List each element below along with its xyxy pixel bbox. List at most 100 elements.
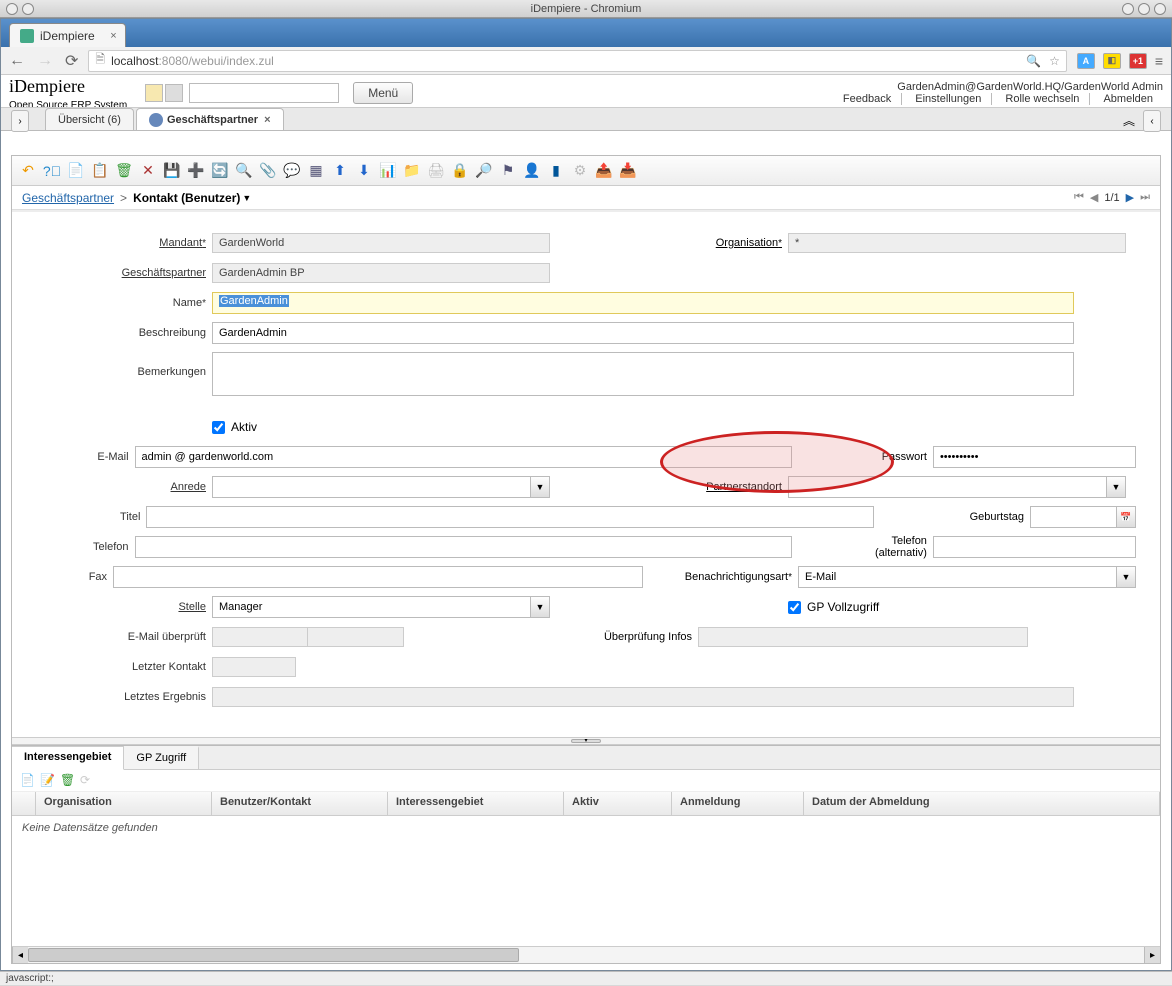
tb-save-icon[interactable]: 💾 [162,161,182,181]
global-search-input[interactable] [189,83,339,103]
link-settings[interactable]: Einstellungen [905,93,992,105]
os-close-icon[interactable] [1154,3,1166,15]
open-folder-icon[interactable] [165,84,183,102]
tb-archive-icon[interactable]: 📁 [402,161,422,181]
field-remarks[interactable] [212,352,1074,396]
subtab-access[interactable]: GP Zugriff [124,746,199,769]
label-phone2: Telefon (alternativ) [844,535,933,559]
close-tab-icon[interactable]: × [110,30,116,42]
tb-savenew-icon[interactable]: ➕ [186,161,206,181]
scroll-right-icon[interactable]: ▸ [1144,947,1160,963]
field-partnerloc[interactable]: ▼ [788,476,1126,498]
field-phone[interactable] [135,536,792,558]
col-signup[interactable]: Anmeldung [672,792,804,815]
field-position[interactable]: ▼ [212,596,550,618]
expand-right-icon[interactable]: ‹ [1143,110,1161,132]
field-password[interactable] [933,446,1136,468]
field-fax[interactable] [113,566,643,588]
tb-zoom-icon[interactable]: 🔎 [474,161,494,181]
breadcrumb-dropdown-icon[interactable]: ▼ [242,193,251,203]
tb-grid-icon[interactable]: ▦ [306,161,326,181]
tab-overview[interactable]: Übersicht (6) [45,108,134,130]
subtab-interest[interactable]: Interessengebiet [12,746,124,770]
os-minimize-icon[interactable] [1122,3,1134,15]
tb-active-wf-icon[interactable]: ⚑ [498,161,518,181]
expand-left-icon[interactable]: › [11,110,29,132]
sub-refresh-icon[interactable]: ⟳ [80,773,96,789]
field-title[interactable] [146,506,873,528]
checkbox-active[interactable] [212,421,225,434]
tb-delete-icon[interactable]: 🗑 [114,161,134,181]
os-maximize-icon[interactable] [1138,3,1150,15]
reload-icon[interactable]: ⟳ [65,51,78,71]
tab-bpartner[interactable]: Geschäftspartner × [136,108,284,130]
gplus-ext-icon[interactable]: +1 [1129,53,1147,69]
menu-button[interactable]: Menü [353,82,413,104]
dropdown-icon[interactable]: ▼ [1116,566,1136,588]
tb-help-icon[interactable]: ?⃝ [42,161,62,181]
tb-process-icon[interactable]: ⚙ [570,161,590,181]
zoom-icon[interactable]: 🔍 [1026,54,1041,68]
col-org[interactable]: Organisation [36,792,212,815]
back-icon[interactable]: ← [9,52,25,70]
tb-detail-icon[interactable]: ⬇ [354,161,374,181]
tb-export-icon[interactable]: 📤 [594,161,614,181]
dropdown-icon[interactable]: ▼ [530,596,550,618]
field-salutation[interactable]: ▼ [212,476,550,498]
bookmark-star-icon[interactable]: ☆ [1049,54,1060,68]
tb-print-icon[interactable]: 🖨 [426,161,446,181]
sub-new-icon[interactable]: 📄 [20,773,36,789]
tb-report-icon[interactable]: 📊 [378,161,398,181]
close-apptab-icon[interactable]: × [264,114,270,126]
address-bar[interactable]: 🗎 localhost:8080/webui/index.zul 🔍 ☆ [88,50,1066,72]
link-switch-role[interactable]: Rolle wechseln [995,93,1090,105]
field-description[interactable] [212,322,1074,344]
ext2-icon[interactable]: ◧ [1103,53,1121,69]
window-title: iDempiere - Chromium [0,3,1172,15]
tb-new-icon[interactable]: 📄 [66,161,86,181]
breadcrumb-root[interactable]: Geschäftspartner [22,191,114,205]
tb-undo-icon[interactable]: ↶ [18,161,38,181]
link-feedback[interactable]: Feedback [833,93,902,105]
tb-request-icon[interactable]: 👤 [522,161,542,181]
tb-copy-icon[interactable]: 📋 [90,161,110,181]
field-birthday[interactable] [1030,506,1116,528]
browser-tab[interactable]: iDempiere × [9,23,126,47]
tb-deleteselect-icon[interactable]: ✕ [138,161,158,181]
os-appmenu-icon[interactable] [6,3,18,15]
collapse-header-icon[interactable]: ︽ [1123,112,1135,129]
col-user[interactable]: Benutzer/Kontakt [212,792,388,815]
link-logout[interactable]: Abmelden [1093,93,1163,105]
tb-chat-icon[interactable]: 💬 [282,161,302,181]
splitter-handle[interactable]: ▾ [12,737,1160,745]
field-name[interactable]: GardenAdmin [212,292,1074,314]
new-record-icon[interactable] [145,84,163,102]
field-phone2[interactable] [933,536,1136,558]
label-remarks: Bemerkungen [20,352,212,378]
os-dropdown-icon[interactable] [22,3,34,15]
sub-delete-icon[interactable]: 🗑 [60,773,76,789]
sub-edit-icon[interactable]: 📝 [40,773,56,789]
col-interest[interactable]: Interessengebiet [388,792,564,815]
tb-product-icon[interactable]: ▮ [546,161,566,181]
field-notify[interactable]: ▼ [798,566,1136,588]
col-active[interactable]: Aktiv [564,792,672,815]
scroll-left-icon[interactable]: ◂ [12,947,28,963]
pager-next-icon[interactable]: ▶ [1126,191,1134,204]
tb-refresh-icon[interactable]: 🔄 [210,161,230,181]
tb-parent-icon[interactable]: ⬆ [330,161,350,181]
tb-lock-icon[interactable]: 🔒 [450,161,470,181]
app-logo: iDempiere [9,76,127,97]
calendar-icon[interactable]: 📅 [1116,506,1136,528]
browser-menu-icon[interactable]: ≡ [1155,53,1163,69]
dropdown-icon[interactable]: ▼ [1106,476,1126,498]
tb-import-icon[interactable]: 📥 [618,161,638,181]
field-email[interactable] [135,446,792,468]
dropdown-icon[interactable]: ▼ [530,476,550,498]
translate-ext-icon[interactable]: A [1077,53,1095,69]
col-signoff[interactable]: Datum der Abmeldung [804,792,1160,815]
tb-find-icon[interactable]: 🔍 [234,161,254,181]
tb-attach-icon[interactable]: 📎 [258,161,278,181]
grid-hscroll[interactable]: ◂ ▸ [12,946,1160,963]
checkbox-gp-full[interactable] [788,601,801,614]
